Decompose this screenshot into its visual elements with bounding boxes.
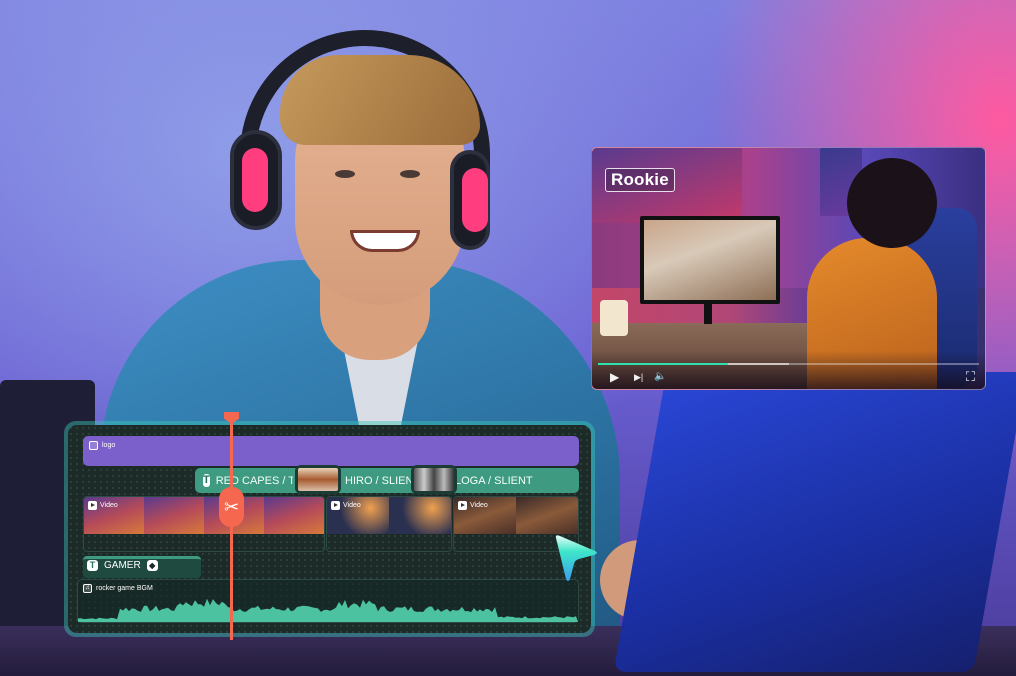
play-icon[interactable]: ▶	[610, 370, 619, 384]
overlay-title-text: Rookie	[605, 168, 675, 192]
laptop	[613, 372, 1016, 672]
transition-thumbnail[interactable]	[411, 465, 457, 494]
video-label-text: Video	[100, 502, 118, 509]
video-clip-label: Video	[458, 501, 488, 510]
title-clip-label: LOGA / SLIENT	[455, 474, 533, 487]
smile	[350, 230, 420, 252]
title-clip[interactable]: HIRO / SLIENT	[345, 468, 420, 493]
audio-waveform	[78, 598, 578, 622]
waveform-shape	[78, 598, 578, 622]
title-clip[interactable]: T RED CAPES / TOUCH	[203, 468, 293, 493]
skip-next-icon[interactable]: ▶|	[634, 370, 643, 384]
video-frame	[389, 497, 451, 534]
fullscreen-icon[interactable]: ⛶	[966, 370, 975, 384]
video-player[interactable]: Rookie ▶ ▶| 🔈 ⛶	[591, 147, 986, 390]
title-track[interactable]: T RED CAPES / TOUCH HIRO / SLIENT LOGA /…	[195, 465, 579, 494]
text-clip-gamer[interactable]: T GAMER ◆	[83, 556, 201, 578]
controls-bar	[592, 351, 985, 389]
video-clip-label: Video	[88, 501, 118, 510]
video-frame	[264, 497, 324, 534]
video-frame-monitor	[640, 216, 780, 304]
video-track: Video Video Video	[83, 496, 579, 552]
audio-label-text: rocker game BGM	[96, 585, 153, 592]
logo-track-label: logo	[89, 441, 115, 450]
text-icon: T	[87, 560, 98, 571]
timeline-body: logo T RED CAPES / TOUCH HIRO / SLIENT L…	[68, 425, 591, 633]
headphone-cup-right	[450, 150, 490, 250]
title-clip[interactable]: LOGA / SLIENT	[455, 468, 533, 493]
video-frame	[144, 497, 204, 534]
progress-played	[598, 363, 728, 365]
split-scissors-button[interactable]: ✂	[219, 487, 244, 527]
title-clip-label: HIRO / SLIENT	[345, 474, 421, 487]
gamer-label-text: GAMER	[104, 560, 141, 571]
timeline-panel: logo T RED CAPES / TOUCH HIRO / SLIENT L…	[64, 421, 595, 637]
gamer-clip-label: T GAMER ◆	[87, 560, 158, 571]
video-frame-lamp	[600, 300, 628, 336]
text-icon: T	[203, 474, 210, 487]
pointer-cursor-icon	[555, 535, 597, 581]
transition-thumbnail[interactable]	[295, 465, 341, 494]
video-icon	[458, 501, 467, 510]
audio-track[interactable]: ♫ rocker game BGM	[77, 579, 579, 623]
title-clip-label: RED CAPES / TOUCH	[215, 474, 293, 487]
video-clip[interactable]: Video	[83, 496, 325, 552]
hair	[280, 55, 480, 145]
logo-label-text: logo	[102, 442, 116, 449]
video-label-text: Video	[343, 502, 361, 509]
transition-image	[298, 468, 338, 491]
progress-bar[interactable]	[598, 363, 979, 365]
eye-left	[335, 170, 355, 178]
image-icon	[89, 441, 98, 450]
video-clip-label: Video	[331, 501, 361, 510]
logo-track[interactable]: logo	[83, 436, 579, 466]
video-icon	[88, 501, 97, 510]
video-thumbnails	[84, 497, 324, 534]
headphone-cup-left	[230, 130, 282, 230]
monitor-stand	[704, 304, 712, 324]
gamer-head	[847, 158, 937, 248]
eye-right	[400, 170, 420, 178]
video-clip[interactable]: Video	[326, 496, 452, 552]
video-icon	[331, 501, 340, 510]
video-frame	[516, 497, 578, 534]
transition-image	[414, 468, 454, 491]
keyframe-icon[interactable]: ◆	[146, 560, 158, 571]
volume-icon[interactable]: 🔈	[654, 370, 666, 384]
video-label-text: Video	[470, 502, 488, 509]
